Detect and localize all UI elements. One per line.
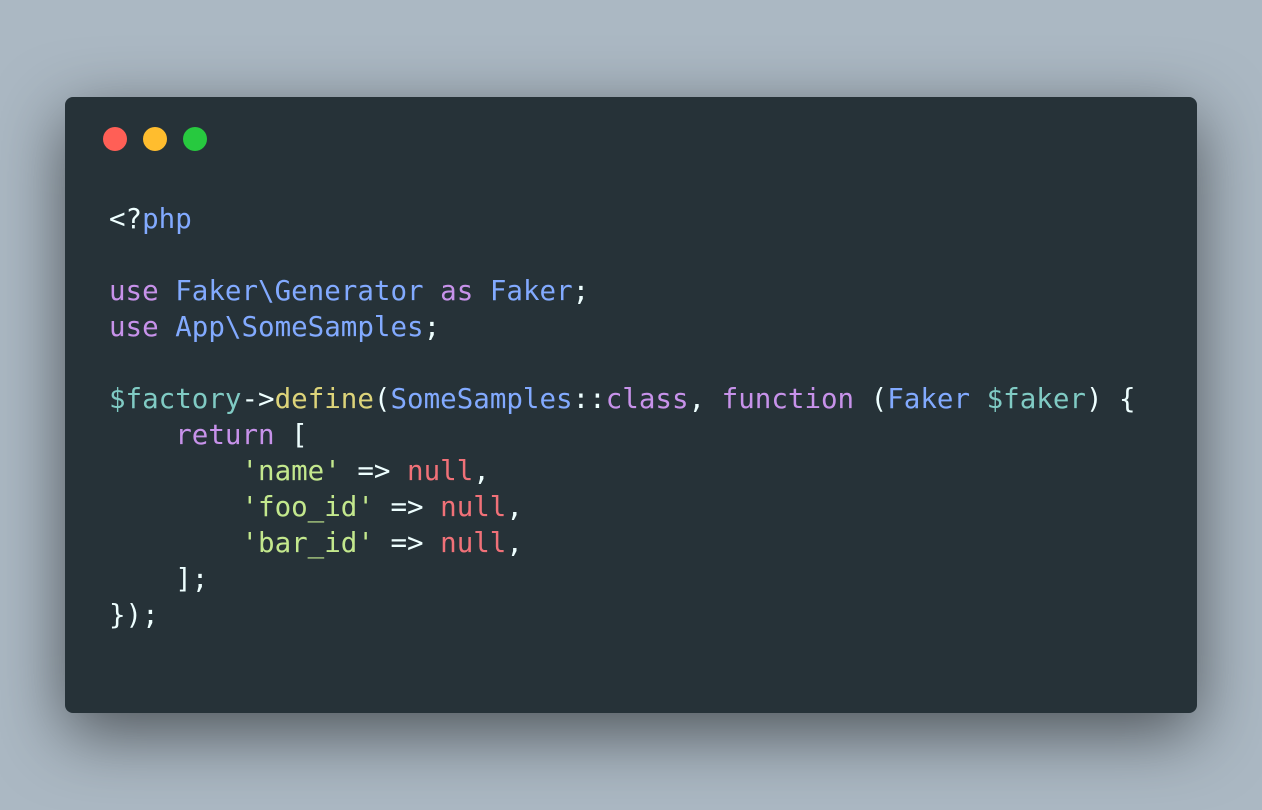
code-token-tag: php <box>142 203 192 235</box>
minimize-window-button[interactable] <box>143 127 167 151</box>
code-token-plain: , <box>473 455 490 487</box>
code-line: ]; <box>109 561 1136 597</box>
code-token-plain: ; <box>423 311 441 343</box>
code-line: <?php <box>109 201 1136 237</box>
code-token-class: Faker <box>887 383 971 415</box>
code-window: <?php use Faker\Generator as Faker; use Ap… <box>65 97 1197 713</box>
code-token-string: 'bar_id' <box>241 527 374 559</box>
code-token-variable: $faker <box>986 383 1086 415</box>
code-token-plain: ) { <box>1085 383 1136 415</box>
page-background: { "window": { "controls": [ { "name": "c… <box>0 0 1262 810</box>
code-token-string: 'name' <box>241 455 341 487</box>
code-token-plain: [ <box>274 419 308 451</box>
code-token-plain: }); <box>109 599 159 631</box>
code-token-null: null <box>440 491 507 523</box>
code-token-plain: => <box>373 527 441 559</box>
code-token-function: define <box>274 383 374 415</box>
code-token-string: 'foo_id' <box>241 491 374 523</box>
code-token-plain: => <box>373 491 441 523</box>
code-line: use Faker\Generator as Faker; <box>109 273 1136 309</box>
code-line: }); <box>109 597 1136 633</box>
code-token-keyword: function <box>721 383 855 415</box>
code-block: <?php use Faker\Generator as Faker; use Ap… <box>109 201 1136 633</box>
code-token-plain: ( <box>373 383 391 415</box>
code-token-plain: <? <box>109 203 143 235</box>
code-token-class: App\SomeSamples <box>175 311 424 343</box>
code-token-plain: , <box>688 383 722 415</box>
code-token-null: null <box>407 455 474 487</box>
code-line: return [ <box>109 417 1136 453</box>
code-token-keyword: use <box>109 311 159 343</box>
code-token-class: SomeSamples <box>390 383 573 415</box>
code-line: $factory->define(SomeSamples::class, fun… <box>109 381 1136 417</box>
code-token-plain: , <box>506 491 523 523</box>
code-token-keyword: as <box>440 275 474 307</box>
code-token-class: Faker\Generator <box>175 275 424 307</box>
code-line: 'name' => null, <box>109 453 1136 489</box>
code-line: use App\SomeSamples; <box>109 309 1136 345</box>
code-token-plain: , <box>506 527 523 559</box>
code-token-plain: ( <box>854 383 888 415</box>
code-token-keyword: use <box>109 275 159 307</box>
code-token-class: Faker <box>489 275 573 307</box>
code-token-plain: :: <box>572 383 606 415</box>
code-line: 'foo_id' => null, <box>109 489 1136 525</box>
code-token-variable: $factory <box>109 383 242 415</box>
code-line: 'bar_id' => null, <box>109 525 1136 561</box>
code-token-plain: ; <box>572 275 590 307</box>
code-token-plain: => <box>340 455 408 487</box>
code-token-keyword: return <box>175 419 275 451</box>
maximize-window-button[interactable] <box>183 127 207 151</box>
code-token-keyword: class <box>605 383 689 415</box>
code-token-plain: -> <box>241 383 275 415</box>
code-token-null: null <box>440 527 507 559</box>
close-window-button[interactable] <box>103 127 127 151</box>
code-token-plain: ]; <box>109 563 209 595</box>
